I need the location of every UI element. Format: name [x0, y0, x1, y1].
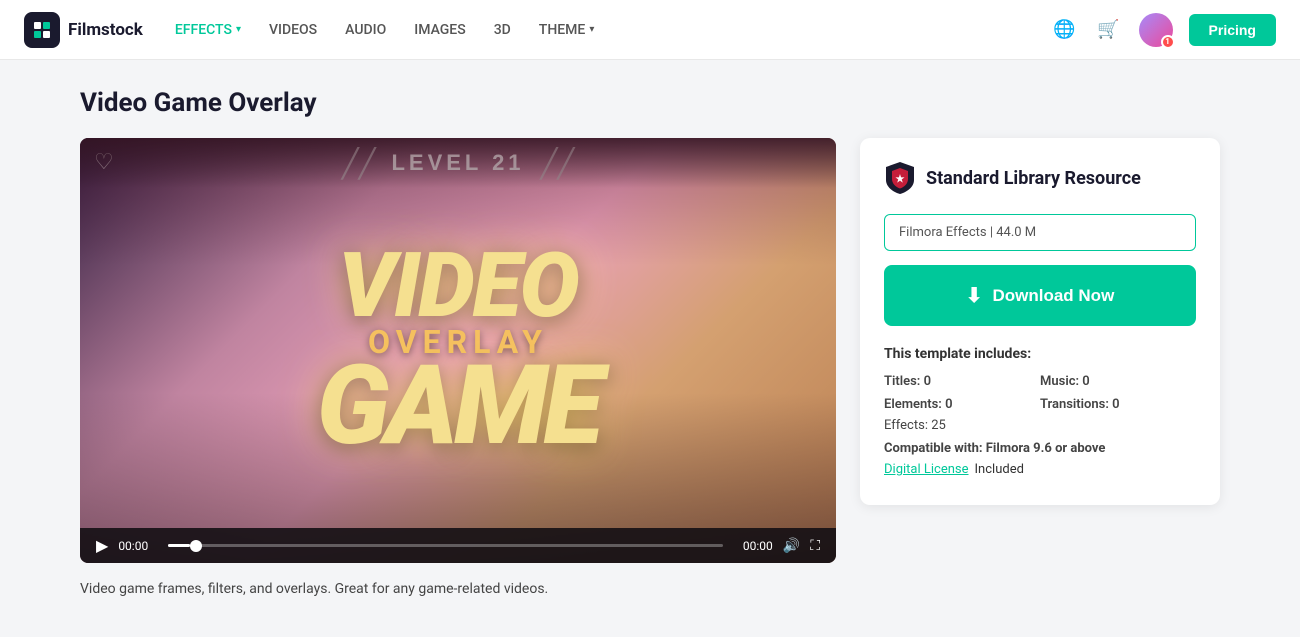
titles-value: 0	[924, 374, 931, 389]
nav-images[interactable]: IMAGES	[414, 22, 465, 38]
nav-links: EFFECTS ▾ VIDEOS AUDIO IMAGES 3D THEME ▾	[175, 22, 1051, 38]
nav-3d[interactable]: 3D	[494, 22, 511, 38]
volume-button[interactable]: 🔊	[783, 538, 800, 554]
logo-text: Filmstock	[68, 20, 143, 40]
music-label: Music:	[1040, 374, 1079, 389]
theme-chevron-icon: ▾	[589, 24, 594, 35]
download-icon: ⬇	[966, 283, 983, 308]
globe-icon[interactable]: 🌐	[1051, 16, 1079, 44]
video-overlay: VIDEO OVERLAY GAME	[80, 138, 836, 563]
video-main-text: VIDEO OVERLAY GAME	[317, 236, 600, 466]
titles-item: Titles: 0	[884, 374, 1040, 389]
digital-license: Digital License Included	[884, 462, 1196, 477]
video-controls: ▶ 00:00 00:00 🔊 ⛶	[80, 528, 836, 563]
avatar[interactable]: 1	[1139, 13, 1173, 47]
template-grid: Titles: 0 Music: 0 Elements: 0 Transitio…	[884, 374, 1196, 412]
download-button[interactable]: ⬇ Download Now	[884, 265, 1196, 326]
music-value: 0	[1082, 374, 1089, 389]
digital-license-link[interactable]: Digital License	[884, 462, 969, 477]
logo[interactable]: Filmstock	[24, 12, 143, 48]
transitions-label: Transitions:	[1040, 397, 1109, 412]
progress-track[interactable]	[168, 544, 722, 547]
page-title: Video Game Overlay	[80, 88, 1220, 118]
cart-icon[interactable]: 🛒	[1095, 16, 1123, 44]
music-item: Music: 0	[1040, 374, 1196, 389]
titles-label: Titles:	[884, 374, 920, 389]
effects-item: Effects: 25	[884, 418, 1196, 433]
transitions-value: 0	[1112, 397, 1119, 412]
logo-icon	[24, 12, 60, 48]
time-end: 00:00	[733, 539, 773, 553]
elements-item: Elements: 0	[884, 397, 1040, 412]
nav-theme[interactable]: THEME ▾	[539, 22, 595, 38]
file-info-box: Filmora Effects | 44.0 M	[884, 214, 1196, 251]
compat-value: Filmora 9.6 or above	[986, 441, 1106, 456]
main-grid: ♡ ╱╱ LEVEL 21 ╱╱ VIDEO OVERLAY GAME ▶	[80, 138, 1220, 563]
shield-icon: ★	[884, 162, 916, 194]
resource-title: Standard Library Resource	[926, 168, 1141, 189]
fullscreen-button[interactable]: ⛶	[810, 538, 820, 554]
effects-value: 25	[931, 418, 946, 433]
navbar: Filmstock EFFECTS ▾ VIDEOS AUDIO IMAGES …	[0, 0, 1300, 60]
sidebar-card: ★ Standard Library Resource Filmora Effe…	[860, 138, 1220, 505]
pricing-button[interactable]: Pricing	[1189, 14, 1276, 46]
time-current: 00:00	[118, 539, 158, 553]
progress-dot	[190, 540, 202, 552]
page-description: Video game frames, filters, and overlays…	[80, 581, 1220, 597]
template-includes-label: This template includes:	[884, 346, 1196, 362]
elements-value: 0	[945, 397, 952, 412]
video-text-game: GAME	[317, 345, 600, 466]
elements-label: Elements:	[884, 397, 942, 412]
compat-item: Compatible with: Filmora 9.6 or above	[884, 441, 1196, 456]
play-button[interactable]: ▶	[96, 536, 108, 555]
nav-effects[interactable]: EFFECTS ▾	[175, 22, 241, 38]
effects-label: Effects:	[884, 418, 928, 433]
effects-chevron-icon: ▾	[236, 24, 241, 35]
nav-audio[interactable]: AUDIO	[345, 22, 386, 38]
video-text-video: VIDEO	[317, 236, 600, 335]
svg-text:★: ★	[896, 174, 905, 185]
video-player[interactable]: ♡ ╱╱ LEVEL 21 ╱╱ VIDEO OVERLAY GAME ▶	[80, 138, 836, 563]
resource-header: ★ Standard Library Resource	[884, 162, 1196, 194]
nav-videos[interactable]: VIDEOS	[269, 22, 317, 38]
page-content: Video Game Overlay ♡ ╱╱ LEVEL 21 ╱╱ VIDE…	[0, 60, 1300, 637]
avatar-badge: 1	[1161, 35, 1175, 49]
download-label: Download Now	[992, 286, 1114, 306]
nav-right: 🌐 🛒 1 Pricing	[1051, 13, 1276, 47]
compat-label: Compatible with:	[884, 441, 983, 456]
template-info: This template includes: Titles: 0 Music:…	[884, 346, 1196, 477]
progress-fill	[168, 544, 190, 547]
license-included-text: Included	[975, 462, 1024, 477]
transitions-item: Transitions: 0	[1040, 397, 1196, 412]
